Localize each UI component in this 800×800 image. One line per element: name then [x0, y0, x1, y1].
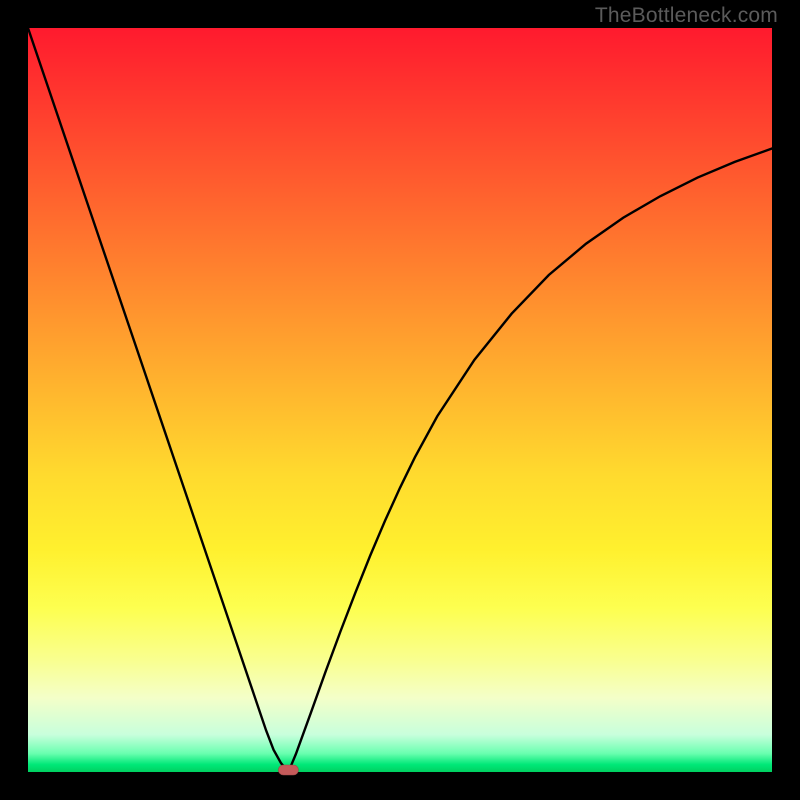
optimum-marker	[278, 765, 298, 775]
bottleneck-curve	[28, 28, 772, 772]
watermark-text: TheBottleneck.com	[595, 4, 778, 28]
chart-plot-area	[28, 28, 772, 772]
chart-svg	[28, 28, 772, 772]
